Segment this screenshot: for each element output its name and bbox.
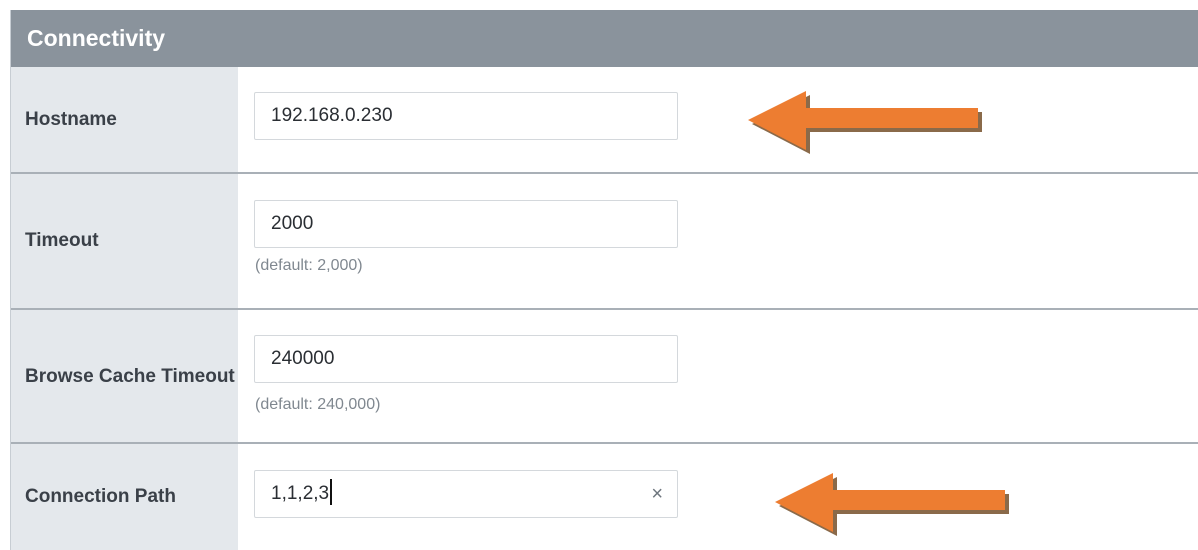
hostname-field-cell: 192.168.0.230 bbox=[238, 67, 1198, 172]
browse-cache-timeout-field-cell: 240000 (default: 240,000) bbox=[238, 310, 1198, 442]
arrow-left-icon bbox=[775, 473, 1009, 536]
text-caret bbox=[330, 479, 333, 506]
timeout-row: Timeout 2000 (default: 2,000) bbox=[11, 174, 1198, 310]
section-header: Connectivity bbox=[11, 10, 1198, 67]
arrow-left-icon bbox=[748, 91, 982, 154]
timeout-default-hint: (default: 2,000) bbox=[255, 257, 363, 274]
browse-cache-timeout-label: Browse Cache Timeout bbox=[11, 310, 238, 442]
hostname-value: 192.168.0.230 bbox=[271, 105, 393, 126]
connectivity-panel: Connectivity Hostname 192.168.0.230 Time… bbox=[10, 10, 1198, 550]
connection-path-value: 1,1,2,3 bbox=[271, 483, 330, 504]
timeout-value: 2000 bbox=[271, 213, 314, 234]
timeout-label: Timeout bbox=[11, 174, 238, 308]
connection-path-label: Connection Path bbox=[11, 444, 238, 550]
browse-cache-timeout-value: 240000 bbox=[271, 348, 335, 369]
browse-cache-timeout-default-hint: (default: 240,000) bbox=[255, 396, 381, 413]
timeout-field-cell: 2000 (default: 2,000) bbox=[238, 174, 1198, 308]
browse-cache-timeout-input[interactable]: 240000 bbox=[254, 335, 678, 383]
hostname-label: Hostname bbox=[11, 67, 238, 172]
connection-path-input[interactable]: 1,1,2,3 × bbox=[254, 470, 678, 518]
hostname-row: Hostname 192.168.0.230 bbox=[11, 67, 1198, 174]
clear-icon[interactable]: × bbox=[651, 471, 663, 517]
timeout-input[interactable]: 2000 bbox=[254, 200, 678, 248]
connection-path-field-cell: 1,1,2,3 × bbox=[238, 444, 1198, 550]
browse-cache-timeout-row: Browse Cache Timeout 240000 (default: 24… bbox=[11, 310, 1198, 444]
hostname-input[interactable]: 192.168.0.230 bbox=[254, 92, 678, 140]
